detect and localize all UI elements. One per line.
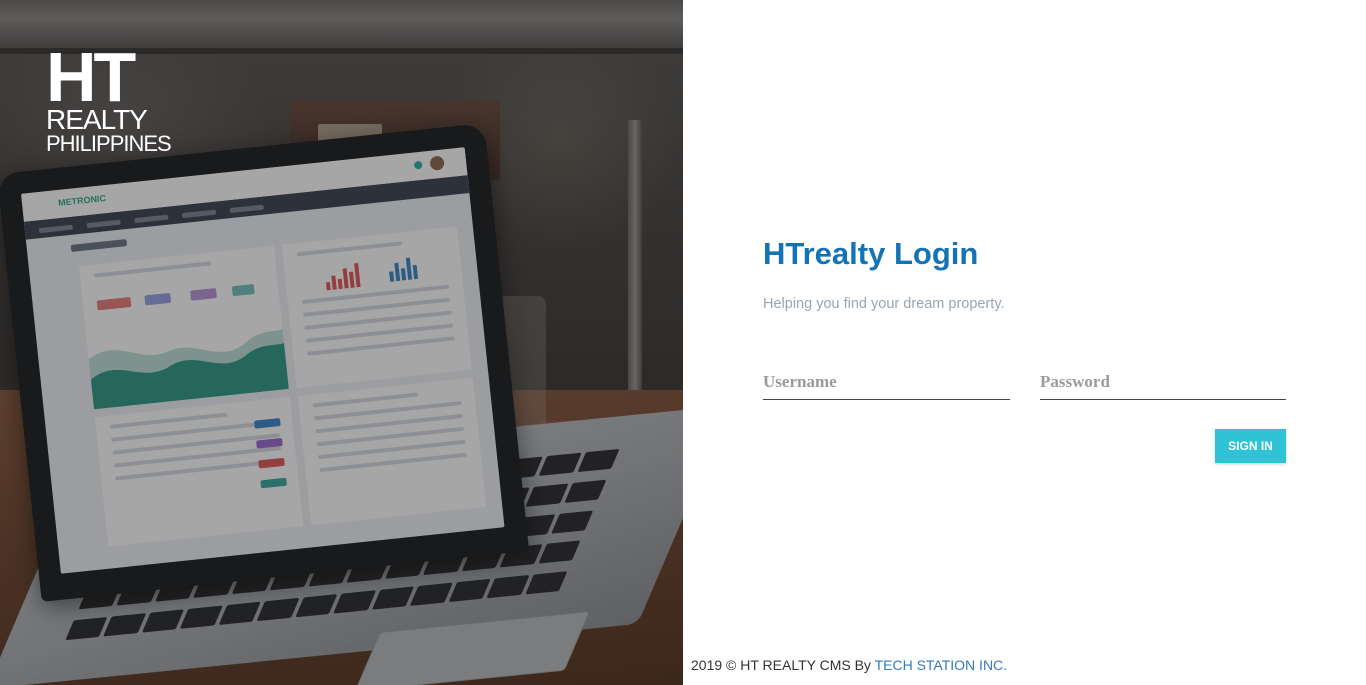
- company-logo: HT REALTY PHILIPPINES: [46, 38, 172, 156]
- hero-image: METRONIC HT REALTY PHILIPPINES: [0, 0, 683, 685]
- logo-ht: HT: [46, 38, 136, 116]
- logo-realty: REALTY: [46, 104, 148, 135]
- login-tagline: Helping you find your dream property.: [763, 296, 1005, 312]
- password-field: [1040, 366, 1286, 400]
- footer-copyright: 2019 © HT REALTY CMS By: [691, 657, 871, 673]
- password-input[interactable]: [1040, 366, 1286, 398]
- username-field: [763, 366, 1010, 400]
- logo-philippines: PHILIPPINES: [46, 131, 172, 156]
- sign-in-button[interactable]: SIGN IN: [1215, 429, 1286, 463]
- login-title: HTrealty Login: [763, 236, 979, 271]
- footer-company-link[interactable]: TECH STATION INC.: [875, 657, 1007, 673]
- footer: 2019 © HT REALTY CMS By TECH STATION INC…: [691, 657, 1007, 673]
- username-input[interactable]: [763, 366, 1010, 398]
